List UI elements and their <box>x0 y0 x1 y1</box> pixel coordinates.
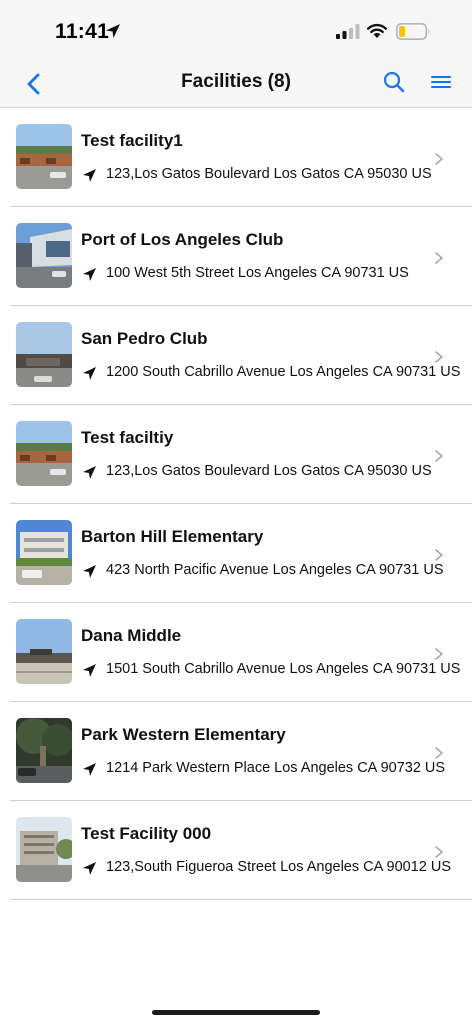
chevron-right-icon <box>435 549 443 561</box>
menu-icon[interactable] <box>430 71 452 93</box>
facility-thumbnail <box>16 322 72 387</box>
facility-list: Test facility1 123,Los Gatos Boulevard L… <box>0 108 472 900</box>
location-arrow-icon <box>83 169 96 182</box>
facility-row[interactable]: Dana Middle 1501 South Cabrillo Avenue L… <box>0 603 472 702</box>
facility-thumbnail <box>16 223 72 288</box>
facility-thumbnail <box>16 124 72 189</box>
chevron-right-icon <box>435 747 443 759</box>
facility-thumbnail <box>16 718 72 783</box>
facility-row[interactable]: Barton Hill Elementary 423 North Pacific… <box>0 504 472 603</box>
facility-thumbnail <box>16 619 72 684</box>
facility-name: San Pedro Club <box>81 329 208 348</box>
facility-address: 1200 South Cabrillo Avenue Los Angeles C… <box>106 364 461 380</box>
location-arrow-icon <box>83 862 96 875</box>
chevron-right-icon <box>435 450 443 462</box>
facility-name: Barton Hill Elementary <box>81 527 264 546</box>
status-bar: 11:41 <box>0 0 472 62</box>
location-arrow-icon <box>83 664 96 677</box>
navigation-bar: Facilities (8) <box>0 62 472 108</box>
search-icon[interactable] <box>382 70 406 94</box>
facility-row[interactable]: Port of Los Angeles Club 100 West 5th St… <box>0 207 472 306</box>
wifi-icon <box>367 23 387 38</box>
facility-name: Test faciltiy <box>81 428 174 447</box>
facility-thumbnail <box>16 817 72 882</box>
facility-address: 123,Los Gatos Boulevard Los Gatos CA 950… <box>106 166 432 182</box>
facility-row[interactable]: Test Facility 000 123,South Figueroa Str… <box>0 801 472 900</box>
facility-address: 123,Los Gatos Boulevard Los Gatos CA 950… <box>106 463 432 479</box>
facility-name: Test facility1 <box>81 131 183 150</box>
location-arrow-icon <box>83 268 96 281</box>
facility-row[interactable]: Test facility1 123,Los Gatos Boulevard L… <box>0 108 472 207</box>
facility-thumbnail <box>16 520 72 585</box>
location-arrow-icon <box>83 367 96 380</box>
facility-address: 1501 South Cabrillo Avenue Los Angeles C… <box>106 661 461 677</box>
facility-thumbnail <box>16 421 72 486</box>
status-time: 11:41 <box>55 20 110 43</box>
battery-low-icon <box>396 23 430 40</box>
facility-address: 423 North Pacific Avenue Los Angeles CA … <box>106 562 444 578</box>
chevron-left-icon[interactable] <box>22 70 48 98</box>
facility-name: Test Facility 000 <box>81 824 212 843</box>
location-arrow-icon <box>83 565 96 578</box>
facility-address: 100 West 5th Street Los Angeles CA 90731… <box>106 265 409 281</box>
facility-name: Port of Los Angeles Club <box>81 230 284 249</box>
facility-name: Park Western Elementary <box>81 725 286 744</box>
location-arrow-icon <box>83 763 96 776</box>
facility-address: 1214 Park Western Place Los Angeles CA 9… <box>106 760 446 776</box>
location-arrow-icon <box>106 24 120 38</box>
page-title: Facilities (8) <box>181 71 291 92</box>
home-indicator[interactable] <box>152 1010 320 1015</box>
facility-name: Dana Middle <box>81 626 182 645</box>
chevron-right-icon <box>435 252 443 264</box>
chevron-right-icon <box>435 648 443 660</box>
chevron-right-icon <box>435 351 443 363</box>
facility-row[interactable]: San Pedro Club 1200 South Cabrillo Avenu… <box>0 306 472 405</box>
facility-row[interactable]: Park Western Elementary 1214 Park Wester… <box>0 702 472 801</box>
cellular-signal-icon <box>336 24 360 39</box>
chevron-right-icon <box>435 153 443 165</box>
facility-row[interactable]: Test faciltiy 123,Los Gatos Boulevard Lo… <box>0 405 472 504</box>
chevron-right-icon <box>435 846 443 858</box>
facility-address: 123,South Figueroa Street Los Angeles CA… <box>106 859 452 875</box>
location-arrow-icon <box>83 466 96 479</box>
